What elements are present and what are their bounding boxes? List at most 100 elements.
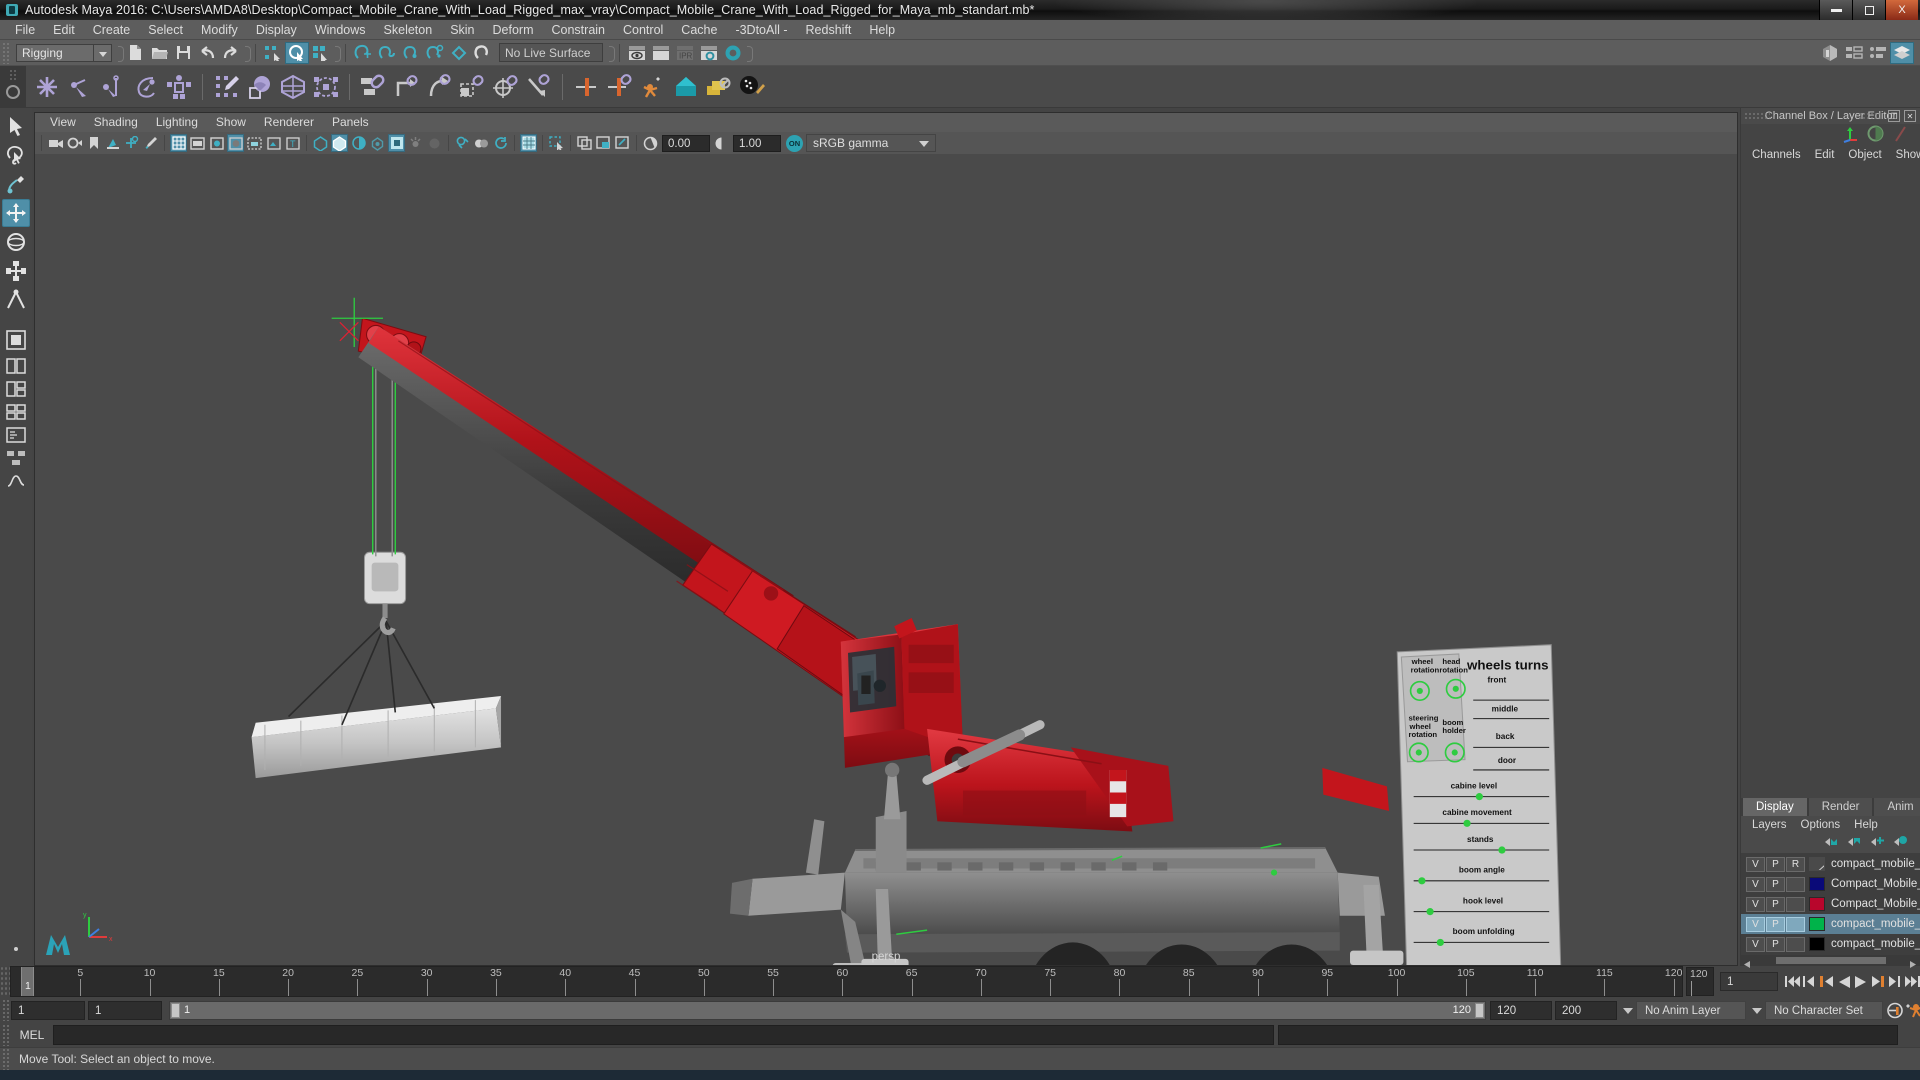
layer-name[interactable]: compact_mobile_crane [1831,858,1920,870]
channel-box-close-button[interactable]: ✕ [1904,110,1916,122]
bookmark-icon[interactable] [85,134,102,152]
quick-layout-outliner-icon[interactable] [2,424,30,446]
menu-windows[interactable]: Windows [306,20,375,40]
channel-box-grip-right[interactable] [1858,112,1880,120]
ik-spline-handle-icon[interactable] [96,69,129,105]
hypershade-icon[interactable] [721,42,745,64]
menu-display[interactable]: Display [247,20,306,40]
table-row[interactable]: V P Compact_Mobile_Cran [1741,874,1920,894]
two-d-pan-zoom-icon[interactable] [123,134,140,152]
select-by-component-icon[interactable] [309,42,333,64]
layer-color-swatch[interactable] [1809,897,1825,911]
toolbox-more-icon[interactable] [2,938,30,960]
menu-select[interactable]: Select [139,20,192,40]
paint-effects-icon[interactable] [735,69,768,105]
current-frame-field[interactable]: 1 [1720,972,1778,991]
viewport-refresh-icon[interactable] [492,134,509,152]
ipr-render-icon[interactable]: IPR [673,42,697,64]
channel-box-grip-left[interactable] [1744,112,1770,120]
paint-select-tool-icon[interactable] [2,170,30,198]
layer-playback-toggle[interactable]: P [1766,856,1785,872]
step-forward-keyframe-button[interactable] [1886,971,1903,993]
select-by-object-icon[interactable] [285,41,309,64]
create-new-layer-icon[interactable] [1869,835,1885,851]
snap-to-view-plane-icon[interactable] [447,42,471,64]
open-scene-icon[interactable] [147,42,171,64]
menu-set-selector[interactable]: Rigging [16,43,94,62]
menu-constrain[interactable]: Constrain [543,20,615,40]
channel-box-menu-channels[interactable]: Channels [1745,149,1808,161]
panel-menu-show[interactable]: Show [207,113,255,132]
panel-menu-renderer[interactable]: Renderer [255,113,323,132]
table-row[interactable]: V P compact_mobile_crane [1741,914,1920,934]
menu-control[interactable]: Control [614,20,672,40]
menu-redshift[interactable]: Redshift [797,20,861,40]
view-transform-select[interactable]: sRGB gamma [806,134,936,152]
dim-toggle-icon[interactable] [426,134,443,152]
shadows-icon[interactable] [246,134,263,152]
smooth-shade-all-icon[interactable] [189,134,206,152]
menu-edit[interactable]: Edit [44,20,84,40]
playback-start-field[interactable]: 1 [11,1000,85,1020]
cluster-deformer-icon[interactable] [309,69,342,105]
menu-help[interactable]: Help [860,20,904,40]
range-end-handle[interactable] [1475,1002,1484,1018]
layer-menu-layers[interactable]: Layers [1745,819,1794,831]
layer-list-horizontal-scrollbar[interactable] [1741,955,1920,968]
new-scene-icon[interactable] [123,42,147,64]
layer-menu-help[interactable]: Help [1847,819,1885,831]
quick-rig-icon[interactable] [669,69,702,105]
render-current-frame-icon[interactable] [649,42,673,64]
move-layer-down-icon[interactable] [1846,835,1862,851]
exposure-icon[interactable] [642,134,659,152]
menu-modify[interactable]: Modify [192,20,247,40]
table-row[interactable]: V P R compact_mobile_crane [1741,854,1920,874]
lights-display-icon[interactable] [407,134,424,152]
gamma-icon[interactable] [713,134,730,152]
time-slider[interactable]: 1 5 10 15 20 25 30 35 40 45 50 55 60 65 70 75 80 85 90 95 1… [10,966,1683,997]
attribute-editor-toggle-icon[interactable] [1892,125,1908,145]
statusline-grip[interactable] [2,41,11,64]
grid-display-icon[interactable] [520,134,537,152]
human-ik-icon[interactable] [636,69,669,105]
insert-joint-tool-icon[interactable] [129,69,162,105]
axis-gizmo-icon[interactable] [1841,125,1859,146]
scale-tool-icon[interactable] [2,257,30,285]
create-layer-from-selected-icon[interactable] [1892,835,1908,851]
gpu-cache-icon[interactable] [473,134,490,152]
quick-layout-two-pane-icon[interactable] [2,355,30,377]
undo-icon[interactable] [195,42,219,64]
use-all-lights-icon[interactable] [227,134,244,152]
orient-constraint-icon[interactable] [423,69,456,105]
isolate-select-toggle-icon[interactable] [388,134,405,152]
snap-to-projected-center-icon[interactable] [423,42,447,64]
blend-shape-link-icon[interactable] [603,69,636,105]
animation-start-field[interactable]: 1 [88,1000,162,1020]
quick-layout-persp-icon[interactable] [2,326,30,354]
parent-constraint-icon[interactable] [357,69,390,105]
minimize-button[interactable] [1819,0,1852,20]
quick-layout-four-pane-icon[interactable] [2,401,30,423]
live-surface-field[interactable]: No Live Surface [499,43,603,62]
pole-vector-constraint-icon[interactable] [522,69,555,105]
create-character-set-icon[interactable] [162,69,195,105]
layer-visibility-toggle[interactable]: V [1746,916,1765,932]
layer-color-swatch[interactable] [1809,877,1825,891]
menu-skeleton[interactable]: Skeleton [375,20,442,40]
panel-tearoff-icon[interactable] [595,134,612,152]
channel-box-menu-show[interactable]: Show [1889,149,1920,161]
show-hide-attribute-editor-icon[interactable] [1842,42,1866,64]
shelf-grip[interactable] [9,69,17,81]
move-tool-icon[interactable] [2,199,30,227]
render-view-icon[interactable] [625,42,649,64]
animation-preferences-icon[interactable] [1903,999,1920,1021]
play-forwards-button[interactable] [1852,971,1869,993]
menu-skin[interactable]: Skin [441,20,483,40]
snap-to-grid-icon[interactable] [351,42,375,64]
table-row[interactable]: V P Compact_Mobile_Cran [1741,894,1920,914]
joint-tool-icon[interactable] [30,69,63,105]
range-slider-grip[interactable] [2,999,11,1021]
channel-box-menu-edit[interactable]: Edit [1808,149,1842,161]
character-set-dropdown-arrow-icon[interactable] [1749,1001,1765,1020]
layer-playback-toggle[interactable]: P [1766,916,1785,932]
